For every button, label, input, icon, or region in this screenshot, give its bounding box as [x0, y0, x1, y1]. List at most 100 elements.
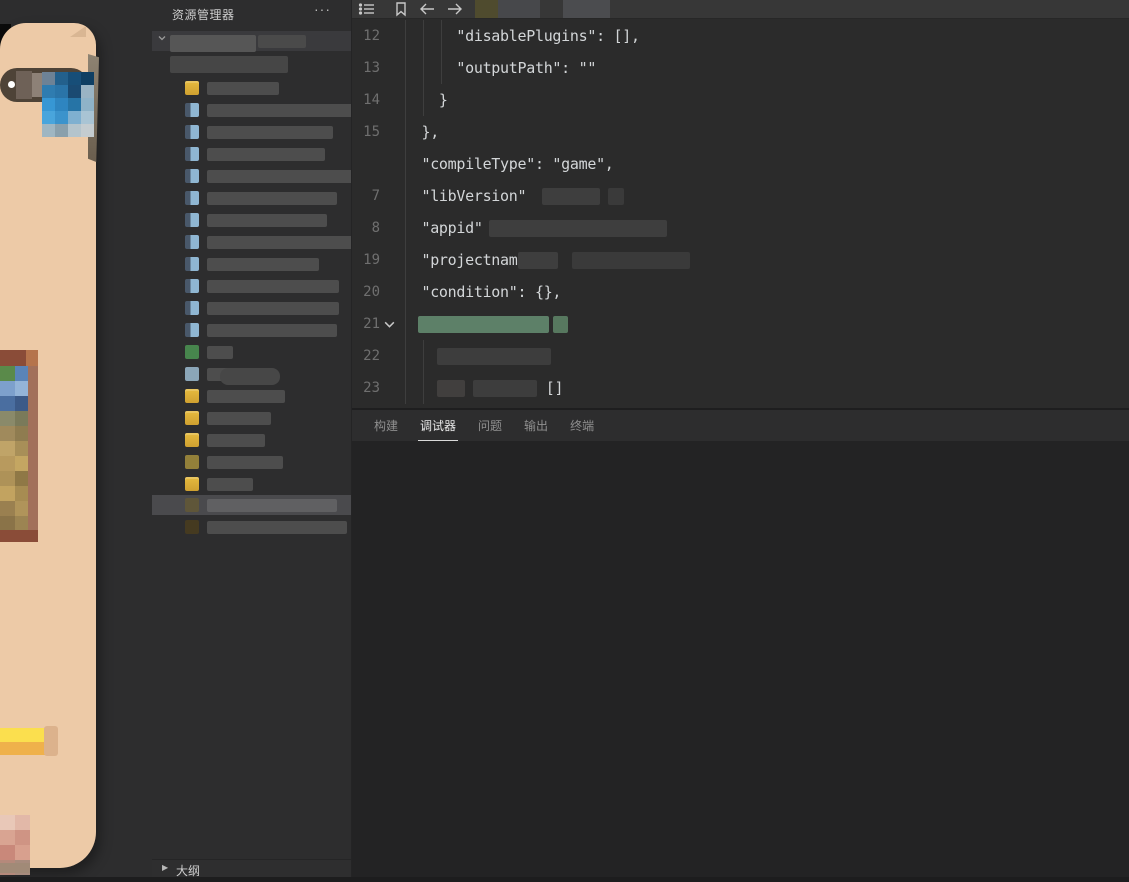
redacted-filename: [207, 478, 253, 491]
redacted-filename: [207, 258, 319, 271]
ide-window: 资源管理器 ··· ▶ 大纲 12 "disablePlugins": [], …: [0, 0, 1129, 882]
line-number: 19: [363, 252, 380, 268]
file-icon: [185, 301, 199, 315]
white-dot: [8, 81, 15, 88]
tree-item[interactable]: [152, 122, 351, 142]
line-number: 12: [363, 28, 380, 44]
redacted-editor-tab[interactable]: [563, 0, 610, 18]
redacted-code: [608, 187, 625, 205]
outline-label: 大纲: [176, 864, 201, 877]
code-text: }: [404, 91, 448, 109]
code-line: 7 "libVersion": [352, 180, 1129, 212]
code-text: "libVersion": [404, 180, 625, 212]
tree-item[interactable]: [152, 430, 351, 450]
tree-item[interactable]: [152, 144, 351, 164]
tree-item[interactable]: [152, 276, 351, 296]
redacted-blue-mosaic: [42, 72, 94, 137]
panel-tab-item[interactable]: 输出: [522, 410, 550, 442]
code-text: []: [404, 372, 564, 404]
file-icon: [185, 147, 199, 161]
panel-tab-item[interactable]: 终端: [568, 410, 596, 442]
game-preview-panel[interactable]: [0, 0, 152, 877]
redacted-code: [418, 315, 549, 333]
redacted-editor-tab[interactable]: [498, 0, 540, 18]
tree-item[interactable]: [152, 386, 351, 406]
redacted-code: [553, 315, 568, 333]
tree-item[interactable]: [152, 342, 351, 362]
redacted-editor-tab[interactable]: [475, 0, 498, 18]
tree-item[interactable]: [152, 408, 351, 428]
tree-item[interactable]: [152, 320, 351, 340]
redacted-filename: [207, 214, 327, 227]
tree-item[interactable]: [152, 210, 351, 230]
code-text: [404, 340, 551, 372]
yellow-pencil-shape: [0, 726, 58, 756]
tree-item[interactable]: [152, 474, 351, 494]
redacted-filename: [207, 82, 279, 95]
tree-item[interactable]: [152, 52, 351, 73]
code-text: [404, 308, 568, 340]
file-icon: [185, 345, 199, 359]
redacted-badge: [220, 368, 280, 385]
line-number: 14: [363, 92, 380, 108]
redacted-code: [517, 251, 558, 269]
panel-tab-active[interactable]: 调试器: [418, 410, 459, 442]
redacted-filename: [207, 324, 337, 337]
redacted-filename: [207, 170, 351, 183]
code-text: "outputPath": "": [404, 59, 597, 77]
arrow-right-icon[interactable]: [446, 1, 464, 17]
line-number: 13: [363, 60, 380, 76]
chevron-right-icon: ▶: [162, 863, 169, 872]
fold-chevron-icon[interactable]: [383, 318, 396, 331]
tree-item[interactable]: [152, 232, 351, 252]
redacted-code: [571, 251, 690, 269]
redacted-filename: [170, 56, 288, 73]
tree-item[interactable]: [152, 517, 351, 537]
redacted-filename: [207, 192, 337, 205]
code-text: },: [404, 123, 439, 141]
more-options-button[interactable]: ···: [314, 1, 331, 17]
outline-section-header[interactable]: ▶ 大纲: [152, 859, 351, 877]
line-number: 7: [371, 188, 380, 204]
tree-item[interactable]: [152, 166, 351, 186]
file-icon: [185, 191, 199, 205]
line-number: 20: [363, 284, 380, 300]
bookmark-icon[interactable]: [392, 1, 410, 17]
code-line: "compileType": "game",: [352, 148, 1129, 180]
bottom-panel: 构建 调试器 问题 输出 终端: [352, 408, 1129, 879]
file-icon: [185, 235, 199, 249]
debugger-console[interactable]: [352, 441, 1129, 879]
panel-tab-item[interactable]: 构建: [372, 410, 400, 442]
tree-item[interactable]: [152, 31, 351, 52]
tree-item-selected[interactable]: [152, 495, 351, 515]
list-icon[interactable]: [358, 1, 376, 17]
redacted-filename: [207, 499, 337, 512]
code-line: 19 "projectnam: [352, 244, 1129, 276]
code-text: "compileType": "game",: [404, 155, 614, 173]
tree-item[interactable]: [152, 254, 351, 274]
folder-icon: [185, 411, 199, 425]
panel-tab-item[interactable]: 问题: [476, 410, 504, 442]
file-icon: [185, 257, 199, 271]
tree-item[interactable]: [152, 452, 351, 472]
file-icon: [185, 169, 199, 183]
code-editor[interactable]: 12 "disablePlugins": [], 13 "outputPath":…: [352, 19, 1129, 408]
tree-item[interactable]: [152, 78, 351, 98]
code-text: "condition": {},: [404, 283, 562, 301]
chevron-down-icon[interactable]: [157, 33, 167, 43]
tree-item[interactable]: [152, 100, 351, 120]
explorer-sidebar: 资源管理器 ··· ▶ 大纲: [152, 0, 352, 877]
redacted-code: [542, 187, 601, 205]
code-line: 22: [352, 340, 1129, 372]
tree-item[interactable]: [152, 298, 351, 318]
code-line: 21: [352, 308, 1129, 340]
redacted-filename: [258, 35, 306, 48]
sidebar-title: 资源管理器: [172, 8, 235, 22]
code-line: 8 "appid": [352, 212, 1129, 244]
tree-item[interactable]: [152, 188, 351, 208]
redacted-filename: [207, 521, 347, 534]
file-icon: [185, 323, 199, 337]
arrow-left-icon[interactable]: [418, 1, 436, 17]
line-number: 8: [371, 220, 380, 236]
tree-item[interactable]: [152, 364, 351, 385]
